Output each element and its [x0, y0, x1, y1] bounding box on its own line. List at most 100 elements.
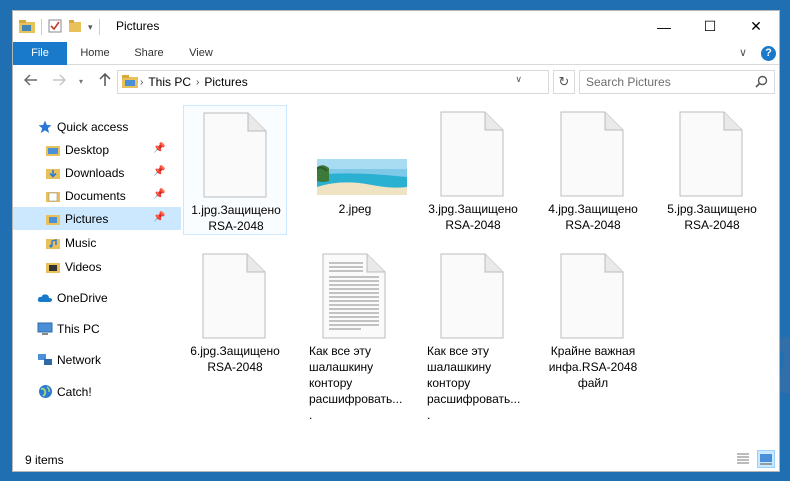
- qat-dropdown-icon[interactable]: ▾: [88, 22, 93, 33]
- file-list: 1.jpg.Защищено RSA-2048 2.jpeg 3.jpg.Защи…: [181, 101, 779, 446]
- desktop-folder-icon: [45, 142, 61, 158]
- videos-folder-icon: [45, 259, 61, 275]
- blank-file-icon: [679, 111, 743, 197]
- nav-label: OneDrive: [57, 290, 108, 305]
- nav-network[interactable]: Network: [13, 348, 181, 371]
- blank-file-icon: [560, 111, 624, 197]
- blank-file-icon: [203, 112, 267, 198]
- file-name: Крайне важная инфа.RSA-2048 файл: [548, 344, 638, 390]
- nav-label: Quick access: [57, 119, 129, 134]
- file-item[interactable]: Как все эту шалашкину контору расшифровать.…: [421, 247, 525, 422]
- nav-label: Downloads: [65, 165, 125, 180]
- beach-image-thumbnail: [317, 159, 407, 195]
- nav-pictures[interactable]: Pictures 📌: [13, 207, 181, 230]
- qat-separator: [41, 19, 42, 35]
- nav-quick-access[interactable]: Quick access: [13, 115, 181, 138]
- item-count: 9 items: [25, 453, 64, 467]
- nav-label: Catch!: [57, 384, 92, 399]
- file-item[interactable]: 6.jpg.Защищено RSA-2048: [183, 247, 287, 377]
- nav-music[interactable]: Music: [13, 231, 181, 254]
- back-arrow-icon[interactable]: [21, 72, 41, 92]
- nav-this-pc[interactable]: This PC: [13, 317, 181, 340]
- pin-icon[interactable]: 📌: [153, 189, 165, 200]
- search-icon[interactable]: [755, 75, 768, 91]
- quick-access-toolbar: ▾: [19, 17, 100, 37]
- nav-onedrive[interactable]: OneDrive: [13, 286, 181, 309]
- computer-icon: [37, 321, 53, 337]
- file-item[interactable]: Как все эту шалашкину контору расшифровать.…: [303, 247, 407, 422]
- qat-separator-2: [98, 19, 100, 35]
- file-item[interactable]: 2.jpeg: [303, 105, 407, 235]
- tab-file[interactable]: File: [13, 42, 67, 65]
- navigation-pane: Quick access Desktop 📌 Downloads 📌 Docum…: [13, 101, 181, 446]
- nav-desktop[interactable]: Desktop 📌: [13, 138, 181, 161]
- up-arrow-icon[interactable]: [95, 72, 115, 92]
- nav-label: Documents: [65, 188, 126, 203]
- nav-documents[interactable]: Documents 📌: [13, 184, 181, 207]
- breadcrumb-chevron-icon[interactable]: ›: [196, 77, 199, 88]
- blank-file-icon: [560, 253, 624, 339]
- pin-icon[interactable]: 📌: [153, 166, 165, 177]
- search-input[interactable]: [586, 74, 746, 90]
- pin-icon[interactable]: 📌: [153, 212, 165, 223]
- music-folder-icon: [45, 235, 61, 251]
- folder-app-icon: [19, 19, 35, 36]
- status-bar: 9 items: [13, 447, 779, 471]
- nav-catch[interactable]: Catch!: [13, 380, 181, 403]
- nav-label: Network: [57, 352, 102, 367]
- nav-label: This PC: [57, 321, 100, 336]
- file-item[interactable]: 1.jpg.Защищено RSA-2048: [183, 105, 287, 235]
- blank-file-icon: [202, 253, 266, 339]
- tab-share[interactable]: Share: [127, 42, 171, 65]
- properties-icon[interactable]: [48, 19, 62, 36]
- title-bar: ▾ Pictures — ☐ ✕: [13, 11, 779, 42]
- documents-folder-icon: [45, 188, 61, 204]
- network-icon: [37, 352, 53, 368]
- nav-label: Pictures: [65, 211, 109, 226]
- file-name: 1.jpg.Защищено RSA-2048: [191, 203, 281, 233]
- explorer-window: ▾ Pictures — ☐ ✕ File Home Share View ∨ …: [12, 10, 780, 472]
- file-name: 3.jpg.Защищено RSA-2048: [428, 202, 518, 232]
- ribbon-tabs: File Home Share View ∨ ?: [13, 42, 779, 65]
- help-icon[interactable]: ?: [761, 46, 776, 61]
- nav-label: Desktop: [65, 142, 110, 157]
- nav-label: Music: [65, 235, 97, 250]
- new-folder-icon[interactable]: [68, 19, 82, 36]
- text-file-icon: [322, 253, 386, 339]
- breadcrumb-chevron-icon[interactable]: ›: [140, 77, 143, 88]
- blank-file-icon: [440, 253, 504, 339]
- tab-view[interactable]: View: [179, 42, 223, 65]
- expand-ribbon-icon[interactable]: ∨: [739, 46, 747, 59]
- cloud-icon: [37, 290, 53, 306]
- address-row: ▾ › This PC › Pictures ∨ ↻: [13, 66, 779, 98]
- nav-videos[interactable]: Videos: [13, 255, 181, 278]
- large-icons-view-icon[interactable]: [757, 450, 775, 468]
- window-title: Pictures: [116, 19, 160, 33]
- breadcrumb-this-pc[interactable]: This PC: [148, 75, 191, 89]
- search-box[interactable]: [579, 70, 775, 94]
- maximize-button[interactable]: ☐: [687, 11, 733, 42]
- details-view-icon[interactable]: [735, 450, 753, 468]
- nav-downloads[interactable]: Downloads 📌: [13, 161, 181, 184]
- breadcrumb-pictures[interactable]: Pictures: [204, 75, 247, 89]
- file-item[interactable]: 3.jpg.Защищено RSA-2048: [421, 105, 525, 235]
- blank-file-icon: [440, 111, 504, 197]
- address-dropdown-icon[interactable]: ∨: [515, 74, 522, 85]
- pin-icon[interactable]: 📌: [153, 143, 165, 154]
- file-name: 4.jpg.Защищено RSA-2048: [548, 202, 638, 232]
- address-bar[interactable]: › This PC › Pictures ∨: [117, 70, 549, 94]
- file-item[interactable]: 4.jpg.Защищено RSA-2048: [541, 105, 645, 235]
- downloads-folder-icon: [45, 165, 61, 181]
- refresh-icon[interactable]: ↻: [553, 70, 575, 94]
- minimize-button[interactable]: —: [641, 11, 687, 42]
- file-item[interactable]: Крайне важная инфа.RSA-2048 файл: [541, 247, 645, 417]
- file-name: 6.jpg.Защищено RSA-2048: [190, 344, 280, 374]
- file-name: 2.jpeg: [338, 202, 372, 216]
- pictures-folder-icon: [45, 211, 61, 227]
- file-name: 5.jpg.Защищено RSA-2048: [667, 202, 757, 232]
- tab-home[interactable]: Home: [73, 42, 117, 65]
- file-item[interactable]: 5.jpg.Защищено RSA-2048: [660, 105, 764, 235]
- forward-arrow-icon[interactable]: [49, 72, 69, 92]
- close-button[interactable]: ✕: [733, 11, 779, 42]
- recent-locations-icon[interactable]: ▾: [71, 72, 91, 92]
